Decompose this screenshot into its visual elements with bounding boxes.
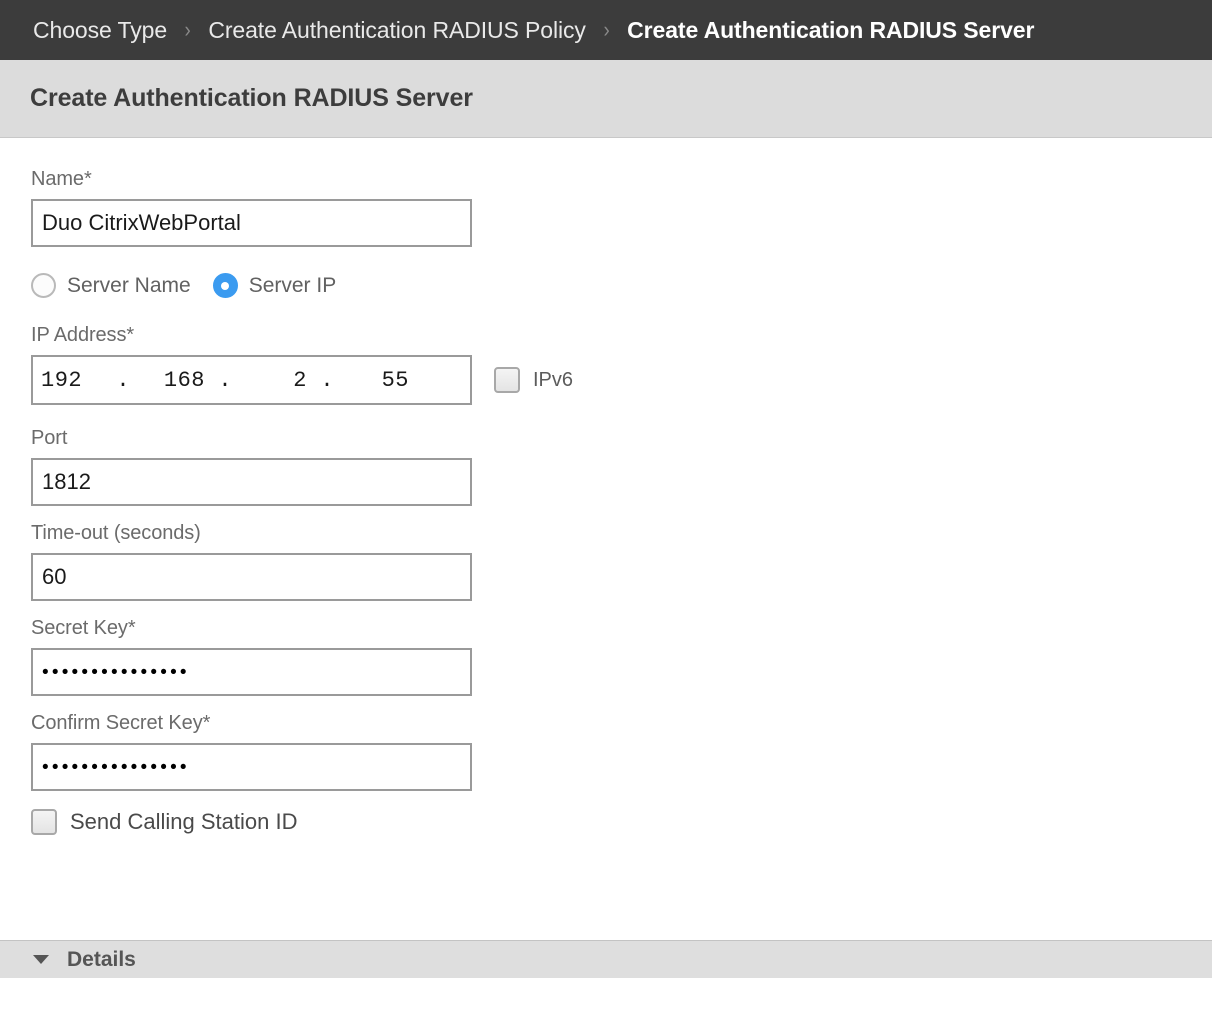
secret-key-label: Secret Key* <box>31 617 1212 640</box>
name-label: Name* <box>31 168 1212 191</box>
port-input[interactable]: 1812 <box>31 458 472 506</box>
details-section-header[interactable]: Details <box>0 940 1212 978</box>
chevron-right-icon: › <box>170 17 205 43</box>
timeout-input[interactable]: 60 <box>31 553 472 601</box>
ip-octet-4[interactable]: 55 <box>347 368 409 393</box>
radio-server-ip-label: Server IP <box>249 274 337 298</box>
field-ip-address: IP Address* 192 . 168 . 2 . 55 IPv6 <box>31 324 1212 405</box>
ip-separator: . <box>103 368 143 393</box>
ip-address-label: IP Address* <box>31 324 1212 347</box>
page-title-bar: Create Authentication RADIUS Server <box>0 60 1212 138</box>
timeout-label: Time-out (seconds) <box>31 522 1212 545</box>
confirm-secret-key-input[interactable]: ••••••••••••••• <box>31 743 472 791</box>
confirm-secret-key-label: Confirm Secret Key* <box>31 712 1212 735</box>
server-mode-radio-group: Server Name Server IP <box>31 273 1212 298</box>
field-name: Name* Duo CitrixWebPortal <box>31 168 1212 247</box>
send-calling-station-id-row[interactable]: Send Calling Station ID <box>31 809 1212 835</box>
ip-address-row: 192 . 168 . 2 . 55 IPv6 <box>31 355 1212 405</box>
breadcrumb: Choose Type › Create Authentication RADI… <box>0 0 1212 60</box>
breadcrumb-item-create-radius-policy[interactable]: Create Authentication RADIUS Policy <box>208 17 585 44</box>
send-calling-station-id-label: Send Calling Station ID <box>70 809 297 835</box>
secret-key-input[interactable]: ••••••••••••••• <box>31 648 472 696</box>
checkbox-unchecked-icon[interactable] <box>31 809 57 835</box>
checkbox-unchecked-icon[interactable] <box>494 367 520 393</box>
field-port: Port 1812 <box>31 427 1212 506</box>
ip-address-input[interactable]: 192 . 168 . 2 . 55 <box>31 355 472 405</box>
field-confirm-secret-key: Confirm Secret Key* ••••••••••••••• <box>31 712 1212 791</box>
radio-server-name[interactable]: Server Name <box>31 273 191 298</box>
secret-key-masked-value: ••••••••••••••• <box>42 663 190 682</box>
chevron-right-icon: › <box>589 17 624 43</box>
ip-separator: . <box>307 368 347 393</box>
field-timeout: Time-out (seconds) 60 <box>31 522 1212 601</box>
radius-server-form: Name* Duo CitrixWebPortal Server Name Se… <box>0 138 1212 978</box>
radio-server-ip[interactable]: Server IP <box>213 273 337 298</box>
ip-octet-1[interactable]: 192 <box>41 368 103 393</box>
details-section-label: Details <box>67 948 136 972</box>
ip-octet-3[interactable]: 2 <box>245 368 307 393</box>
name-input[interactable]: Duo CitrixWebPortal <box>31 199 472 247</box>
ipv6-checkbox-row[interactable]: IPv6 <box>494 367 573 393</box>
ipv6-label: IPv6 <box>533 369 573 392</box>
radio-server-name-label: Server Name <box>67 274 191 298</box>
ip-octet-2[interactable]: 168 <box>143 368 205 393</box>
breadcrumb-item-create-radius-server[interactable]: Create Authentication RADIUS Server <box>627 17 1034 44</box>
triangle-down-icon[interactable] <box>33 955 49 964</box>
ip-separator: . <box>205 368 245 393</box>
field-secret-key: Secret Key* ••••••••••••••• <box>31 617 1212 696</box>
radio-selected-icon[interactable] <box>213 273 238 298</box>
page-title: Create Authentication RADIUS Server <box>30 84 473 113</box>
confirm-secret-key-masked-value: ••••••••••••••• <box>42 758 190 777</box>
radio-unselected-icon[interactable] <box>31 273 56 298</box>
breadcrumb-item-choose-type[interactable]: Choose Type <box>33 17 167 44</box>
port-label: Port <box>31 427 1212 450</box>
